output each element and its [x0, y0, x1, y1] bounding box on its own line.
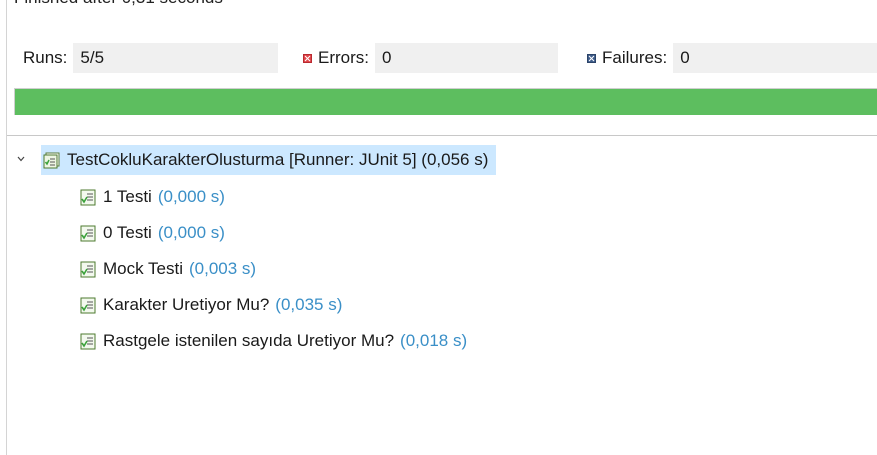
counter-panel: Runs: 5/5 Errors: 0 Failures: 0 — [7, 41, 877, 75]
junit-view: Finished after 0,31 seconds Runs: 5/5 Er… — [0, 0, 877, 455]
progress-bar-fill — [15, 89, 877, 115]
tree-item-time: (0,035 s) — [275, 295, 343, 314]
test-pass-icon — [80, 189, 96, 205]
test-pass-icon — [80, 225, 96, 241]
divider — [7, 135, 877, 136]
tree-root-item[interactable]: TestCokluKarakterOlusturma [Runner: JUni… — [41, 145, 497, 175]
test-suite-icon — [43, 152, 60, 168]
errors-value: 0 — [375, 43, 558, 73]
test-tree: TestCokluKarakterOlusturma [Runner: JUni… — [0, 141, 877, 359]
errors-counter: Errors: 0 — [303, 41, 558, 75]
test-pass-icon — [80, 333, 96, 349]
runs-value: 5/5 — [73, 43, 279, 73]
progress-bar — [14, 88, 877, 115]
failure-icon — [587, 53, 596, 63]
status-message: Finished after 0,31 seconds — [14, 0, 223, 10]
test-pass-icon — [80, 261, 96, 277]
failures-counter: Failures: 0 — [587, 41, 877, 75]
tree-item[interactable]: Karakter Uretiyor Mu? (0,035 s) — [0, 287, 877, 323]
runs-label: Runs: — [23, 48, 68, 67]
error-icon — [303, 53, 312, 63]
tree-item-time: (0,018 s) — [400, 331, 468, 350]
failures-label: Failures: — [602, 48, 668, 67]
tree-root-label: TestCokluKarakterOlusturma [Runner: JUni… — [67, 150, 489, 169]
tree-item[interactable]: Rastgele istenilen sayıda Uretiyor Mu? (… — [0, 323, 877, 359]
runs-counter: Runs: 5/5 — [23, 41, 279, 75]
tree-item-time: (0,003 s) — [189, 259, 257, 278]
chevron-down-icon[interactable] — [17, 155, 25, 163]
test-pass-icon — [80, 297, 96, 313]
tree-item[interactable]: 0 Testi (0,000 s) — [0, 215, 877, 251]
tree-item-label: Mock Testi — [103, 259, 183, 278]
failures-value: 0 — [673, 43, 877, 73]
errors-label: Errors: — [318, 48, 369, 67]
tree-item-label: Rastgele istenilen sayıda Uretiyor Mu? — [103, 331, 395, 350]
tree-item-label: Karakter Uretiyor Mu? — [103, 295, 270, 314]
tree-item-time: (0,000 s) — [157, 187, 225, 206]
tree-item-label: 0 Testi — [103, 223, 152, 242]
tree-item-time: (0,000 s) — [157, 223, 225, 242]
tree-item-label: 1 Testi — [103, 187, 152, 206]
tree-item[interactable]: Mock Testi (0,003 s) — [0, 251, 877, 287]
tree-item[interactable]: 1 Testi (0,000 s) — [0, 179, 877, 215]
tree-root-row[interactable]: TestCokluKarakterOlusturma [Runner: JUni… — [0, 141, 877, 179]
